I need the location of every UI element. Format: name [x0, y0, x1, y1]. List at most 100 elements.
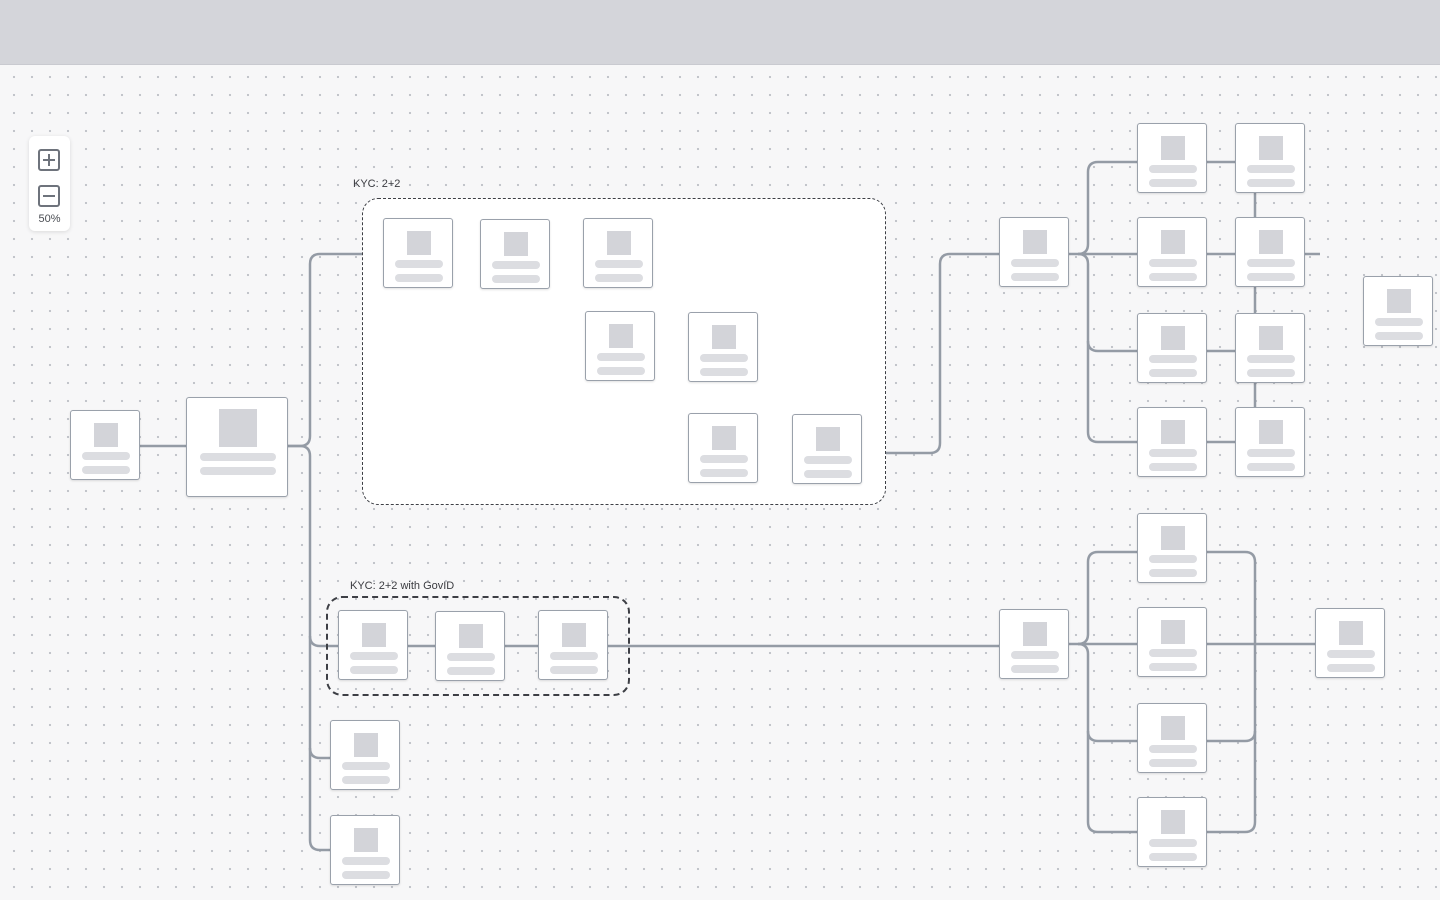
node-title-placeholder [342, 857, 390, 865]
node-thumbnail [1023, 622, 1047, 646]
node-thumbnail [459, 624, 483, 648]
node-subtitle-placeholder [1247, 273, 1295, 281]
node-thumbnail [1161, 136, 1185, 160]
node-thumbnail [712, 426, 736, 450]
node-title-placeholder [1149, 555, 1197, 563]
node-subtitle-placeholder [700, 469, 748, 477]
flow-node[interactable] [1363, 276, 1433, 346]
top-toolbar [0, 0, 1440, 65]
flow-node[interactable] [1137, 123, 1207, 193]
node-subtitle-placeholder [700, 368, 748, 376]
node-subtitle-placeholder [1149, 759, 1197, 767]
flow-node[interactable] [480, 219, 550, 289]
flow-node[interactable] [792, 414, 862, 484]
node-thumbnail [1161, 810, 1185, 834]
node-subtitle-placeholder [1149, 569, 1197, 577]
node-title-placeholder [1011, 259, 1059, 267]
node-thumbnail [94, 423, 118, 447]
flow-node[interactable] [1137, 313, 1207, 383]
node-subtitle-placeholder [1149, 853, 1197, 861]
flow-node[interactable] [330, 815, 400, 885]
node-thumbnail [1161, 526, 1185, 550]
node-subtitle-placeholder [595, 274, 643, 282]
node-thumbnail [1161, 230, 1185, 254]
node-thumbnail [712, 325, 736, 349]
node-thumbnail [1161, 326, 1185, 350]
node-subtitle-placeholder [350, 666, 398, 674]
flow-node[interactable] [1137, 407, 1207, 477]
node-thumbnail [1161, 420, 1185, 444]
node-title-placeholder [1011, 651, 1059, 659]
flow-node[interactable] [583, 218, 653, 288]
node-title-placeholder [700, 354, 748, 362]
flow-node[interactable] [383, 218, 453, 288]
zoom-in-button[interactable] [38, 149, 60, 171]
flow-node[interactable] [330, 720, 400, 790]
node-subtitle-placeholder [550, 666, 598, 674]
zoom-controls: 50% [29, 136, 70, 231]
flow-node-router[interactable] [186, 397, 288, 497]
flow-node[interactable] [688, 413, 758, 483]
node-title-placeholder [597, 353, 645, 361]
node-subtitle-placeholder [200, 467, 276, 475]
node-thumbnail [1259, 420, 1283, 444]
flow-node[interactable] [999, 217, 1069, 287]
node-thumbnail [354, 828, 378, 852]
node-subtitle-placeholder [1149, 369, 1197, 377]
node-title-placeholder [1247, 259, 1295, 267]
group-kyc-basic-label: KYC: 2+2 [353, 178, 401, 190]
node-thumbnail [562, 623, 586, 647]
node-title-placeholder [82, 452, 130, 460]
node-subtitle-placeholder [1375, 332, 1423, 340]
node-thumbnail [1259, 326, 1283, 350]
zoom-out-button[interactable] [38, 185, 60, 207]
node-subtitle-placeholder [1011, 665, 1059, 673]
node-subtitle-placeholder [804, 470, 852, 478]
node-title-placeholder [1375, 318, 1423, 326]
flow-node[interactable] [688, 312, 758, 382]
flow-node[interactable] [1137, 607, 1207, 677]
node-subtitle-placeholder [1247, 463, 1295, 471]
node-thumbnail [1161, 716, 1185, 740]
flow-node[interactable] [1137, 513, 1207, 583]
node-thumbnail [362, 623, 386, 647]
node-subtitle-placeholder [1149, 179, 1197, 187]
flow-node[interactable] [1235, 313, 1305, 383]
node-title-placeholder [550, 652, 598, 660]
node-thumbnail [816, 427, 840, 451]
node-subtitle-placeholder [492, 275, 540, 283]
node-subtitle-placeholder [1327, 664, 1375, 672]
flow-node[interactable] [435, 611, 505, 681]
flow-node[interactable] [585, 311, 655, 381]
node-title-placeholder [1149, 449, 1197, 457]
node-subtitle-placeholder [1011, 273, 1059, 281]
flow-node-start[interactable] [70, 410, 140, 480]
flow-node[interactable] [1235, 217, 1305, 287]
node-subtitle-placeholder [1247, 179, 1295, 187]
flow-node[interactable] [338, 610, 408, 680]
flow-node[interactable] [999, 609, 1069, 679]
node-thumbnail [1161, 620, 1185, 644]
node-subtitle-placeholder [1149, 463, 1197, 471]
node-subtitle-placeholder [342, 776, 390, 784]
flow-node[interactable] [1235, 407, 1305, 477]
node-title-placeholder [447, 653, 495, 661]
flow-node[interactable] [1315, 608, 1385, 678]
node-subtitle-placeholder [1247, 369, 1295, 377]
node-title-placeholder [1149, 165, 1197, 173]
node-subtitle-placeholder [1149, 663, 1197, 671]
node-title-placeholder [700, 455, 748, 463]
flow-node[interactable] [538, 610, 608, 680]
node-title-placeholder [1149, 839, 1197, 847]
flow-node[interactable] [1137, 703, 1207, 773]
zoom-level: 50% [38, 213, 61, 225]
flow-node[interactable] [1235, 123, 1305, 193]
node-thumbnail [1387, 289, 1411, 313]
flow-node[interactable] [1137, 217, 1207, 287]
group-kyc-govid-label: KYC: 2+2 with GovID [350, 580, 455, 592]
node-subtitle-placeholder [597, 367, 645, 375]
node-title-placeholder [200, 453, 276, 461]
flow-node[interactable] [1137, 797, 1207, 867]
node-title-placeholder [804, 456, 852, 464]
node-thumbnail [607, 231, 631, 255]
